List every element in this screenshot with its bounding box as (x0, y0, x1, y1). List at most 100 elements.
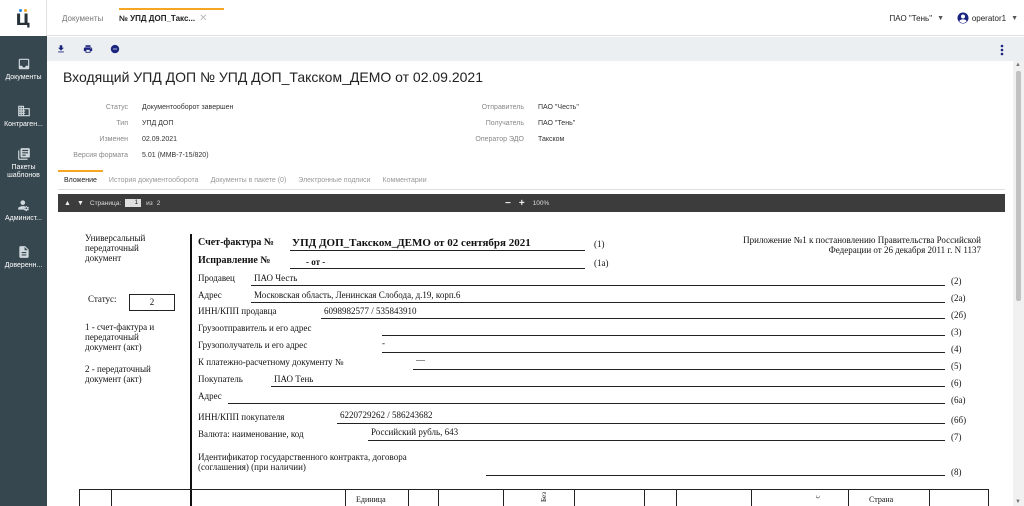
top-bar: Документы № УПД ДОП_Такс... ✕ ПАО "Тень"… (47, 0, 1024, 36)
tab-signatures[interactable]: Электронные подписи (292, 170, 376, 190)
zoom-out-icon[interactable]: − (505, 198, 511, 209)
field-number: (1) (594, 239, 605, 249)
tab-current-document[interactable]: № УПД ДОП_Такс... ✕ (119, 0, 225, 36)
appendix-line: Приложение №1 к постановлению Правительс… (743, 235, 981, 245)
field-number: (2) (951, 276, 962, 286)
app-logo[interactable]: Ц (0, 0, 47, 36)
scroll-down-icon[interactable]: ▼ (1015, 499, 1021, 505)
row-value: ПАО Честь (254, 273, 298, 283)
table-column (644, 490, 645, 506)
row-line (271, 386, 945, 387)
legend-line: передаточный (85, 332, 139, 342)
account-circle-icon (957, 12, 969, 24)
field-number: (6б) (951, 415, 967, 425)
sidebar-item-proxies[interactable]: Доверенн... (0, 236, 47, 278)
download-icon (58, 45, 64, 53)
field-number: (3) (951, 327, 962, 337)
row-label: К платежно-расчетному документу № (198, 357, 344, 367)
meta-row: Версия формата 5.01 (ММВ-7-15/820) (47, 147, 233, 163)
tab-documents[interactable]: Документы (62, 0, 103, 36)
user-name: operator1 (971, 13, 1007, 23)
row-value: - (382, 338, 385, 348)
app-root: Ц Документы Контраген... Пакеты шаблонов… (0, 0, 1024, 506)
scroll-up-icon[interactable]: ▲ (1015, 62, 1021, 68)
invoice-label: Счет-фактура № (198, 237, 274, 248)
sidebar-item-documents[interactable]: Документы (0, 48, 47, 90)
invoice-number: УПД ДОП_Такском_ДЕМО от 02 сентября 2021 (292, 237, 531, 249)
row-line (251, 302, 945, 303)
table-column (751, 490, 752, 506)
scrollbar-thumb[interactable] (1016, 71, 1021, 301)
page-number-input[interactable]: 1 (125, 199, 142, 207)
row-label: Грузополучатель и его адрес (198, 340, 308, 350)
prev-page-icon[interactable]: ▲ (64, 200, 71, 207)
print-button[interactable] (82, 43, 94, 55)
sidebar-item-label: Контраген... (4, 120, 43, 128)
meta-row: Статус Документооборот завершен (47, 99, 234, 115)
row-line (337, 423, 945, 424)
table-column (676, 490, 677, 506)
table-header-rotated: Без (539, 492, 548, 502)
document-toolbar (47, 37, 1024, 61)
correction-value: - от - (306, 257, 326, 267)
meta-key: Получатель (485, 119, 524, 127)
tab-comments[interactable]: Комментарии (377, 170, 433, 190)
meta-key: Оператор ЭДО (475, 135, 524, 143)
row-value: 6098982577 / 535843910 (324, 306, 417, 316)
meta-value: ПАО "Тень" (538, 119, 576, 127)
left-label-line: документ (85, 253, 122, 263)
meta-key: Статус (105, 103, 128, 111)
row-label: Адрес (198, 290, 222, 300)
legend-line: 2 - передаточный (85, 364, 151, 374)
tab-attachment[interactable]: Вложение (58, 170, 103, 190)
correction-underline (290, 268, 585, 269)
meta-key: Изменен (99, 135, 128, 143)
zoom-level: 100% (532, 199, 550, 207)
sidebar-item-counterparties[interactable]: Контраген... (0, 95, 47, 137)
vertical-rule (190, 234, 192, 506)
tab-package-documents[interactable]: Документы в пакете (0) (205, 170, 293, 190)
row-label: Грузоотправитель и его адрес (198, 323, 312, 333)
tab-history[interactable]: История документооборота (103, 170, 205, 190)
more-vert-icon (1000, 44, 1004, 56)
more-button[interactable] (1000, 43, 1004, 56)
row-label: Адрес (198, 391, 222, 401)
table-column (345, 490, 346, 506)
left-label-line: передаточный (85, 243, 139, 253)
building-icon (17, 105, 30, 116)
sidebar-item-label: Доверенн... (4, 261, 43, 269)
org-selector[interactable]: ПАО "Тень" ▼ (890, 0, 944, 36)
main-scrollbar[interactable]: ▲ ▼ (1013, 61, 1024, 506)
next-page-icon[interactable]: ▼ (77, 200, 84, 207)
row-line (251, 285, 945, 286)
main-content: Входящий УПД ДОП № УПД ДОП_Такском_ДЕМО … (47, 61, 1013, 506)
table-column (503, 490, 504, 506)
download-button[interactable] (55, 43, 67, 55)
reject-button[interactable] (109, 43, 121, 55)
field-number: (2б) (951, 310, 967, 320)
gov-label-line: (соглашения) (при наличии) (198, 462, 306, 472)
table-header-unit: Единица (356, 495, 386, 504)
field-number: (2а) (951, 293, 966, 303)
user-menu[interactable]: operator1 ▼ (957, 0, 1018, 36)
correction-label: Исправление № (198, 255, 271, 266)
sidebar-item-label: Пакеты шаблонов (7, 163, 40, 179)
table-header-rotated: с (813, 495, 822, 499)
row-value: ПАО Тень (274, 374, 314, 384)
inbox-icon (18, 58, 29, 69)
tabs-divider (58, 189, 1005, 190)
meta-row: Отправитель ПАО "Честь" (438, 99, 579, 115)
gov-label-line: Идентификатор государственного контракта… (198, 452, 407, 462)
meta-value: 5.01 (ММВ-7-15/820) (142, 151, 209, 159)
close-icon[interactable]: ✕ (199, 13, 207, 24)
sidebar-item-admin[interactable]: Админист... (0, 189, 47, 231)
left-sidebar: Ц Документы Контраген... Пакеты шаблонов… (0, 0, 47, 506)
admin-gear-icon (17, 199, 29, 211)
sidebar-item-templates[interactable]: Пакеты шаблонов (0, 142, 47, 184)
row-value: Российский рубль, 643 (371, 427, 459, 437)
row-value: Московская область, Ленинская Слобода, д… (254, 290, 461, 300)
zoom-in-icon[interactable]: + (519, 198, 525, 209)
tab-label: № УПД ДОП_Такс... (119, 13, 196, 23)
field-number: (5) (951, 361, 962, 371)
left-label-line: Универсальный (85, 233, 146, 243)
